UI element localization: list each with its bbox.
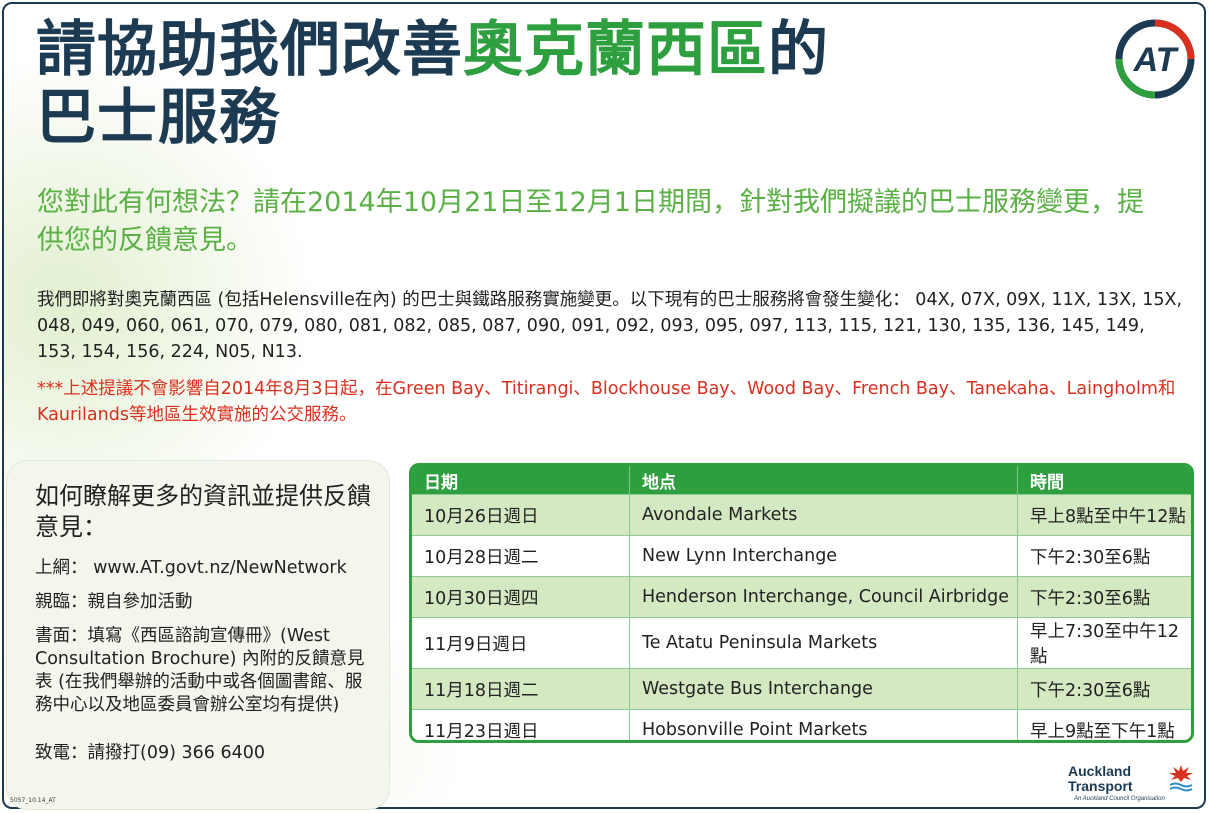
cell-location: Hobsonville Point Markets <box>629 709 1018 740</box>
table-header-row: 日期 地点 時間 <box>412 466 1191 495</box>
cell-location: Westgate Bus Interchange <box>629 668 1018 710</box>
intro-paragraph: 我們即將對奧克蘭西區 (包括Helensville在內) 的巴士與鐵路服務實施變… <box>37 290 1183 362</box>
cell-location: Avondale Markets <box>629 494 1018 536</box>
table-row: 10月26日週日 Avondale Markets 早上8點至中午12點 <box>412 494 1191 536</box>
cell-time: 早上7:30至中午12點 <box>1017 617 1191 669</box>
info-written: 書面：填寫《西區諮詢宣傳冊》(West Consultation Brochur… <box>35 626 365 715</box>
cell-location: New Lynn Interchange <box>629 535 1018 577</box>
info-online: 上網： www.AT.govt.nz/NewNetwork <box>35 558 347 578</box>
auckland-council-emblem-icon <box>1169 765 1193 792</box>
title-highlight: 奧克蘭西區 <box>463 15 768 85</box>
cell-date: 10月30日週四 <box>412 576 630 618</box>
cell-date: 11月18日週二 <box>412 668 630 710</box>
title-part1: 請協助我們改善 <box>36 15 463 85</box>
print-code: 5057_10.14_AT <box>10 797 56 804</box>
auckland-transport-brand: Auckland Transport An Auckland Council O… <box>1068 762 1200 806</box>
title-part2: 的 <box>768 15 829 85</box>
logo-text: AT <box>1133 41 1180 79</box>
brand-name-line1: Auckland <box>1068 763 1132 779</box>
table-row: 11月9日週日 Te Atatu Peninsula Markets 早上7:3… <box>412 617 1191 669</box>
cell-time: 早上8點至中午12點 <box>1017 494 1191 536</box>
title-line2: 巴士服務 <box>36 83 280 153</box>
table-row: 11月18日週二 Westgate Bus Interchange 下午2:30… <box>412 668 1191 710</box>
brand-name-line2: Transport <box>1068 778 1133 794</box>
header-date: 日期 <box>412 466 630 495</box>
table-row: 10月28日週二 New Lynn Interchange 下午2:30至6點 <box>412 535 1191 577</box>
header-time: 時間 <box>1017 466 1191 495</box>
info-phone: 致電：請撥打(09) 366 6400 <box>35 743 265 763</box>
info-in-person: 親臨：親自參加活動 <box>35 592 193 612</box>
cell-date: 10月28日週二 <box>412 535 630 577</box>
exclusion-note: ***上述提議不會影響自2014年8月3日起，在Green Bay、Titira… <box>37 379 1176 425</box>
cell-time: 早上9點至下午1點 <box>1017 709 1191 740</box>
cell-date: 11月23日週日 <box>412 709 630 740</box>
events-table: 日期 地点 時間 10月26日週日 Avondale Markets 早上8點至… <box>409 463 1194 743</box>
cell-location: Te Atatu Peninsula Markets <box>629 617 1018 669</box>
cell-location: Henderson Interchange, Council Airbridge <box>629 576 1018 618</box>
subheading: 您對此有何想法？請在2014年10月21日至12月1日期間，針對我們擬議的巴士服… <box>37 187 1144 256</box>
table-row: 10月30日週四 Henderson Interchange, Council … <box>412 576 1191 618</box>
cell-date: 11月9日週日 <box>412 617 630 669</box>
info-panel: 如何瞭解更多的資訊並提供反饋意見： 上網： www.AT.govt.nz/New… <box>6 460 390 810</box>
at-logo-icon: AT <box>1115 19 1195 99</box>
cell-date: 10月26日週日 <box>412 494 630 536</box>
cell-time: 下午2:30至6點 <box>1017 535 1191 577</box>
info-panel-title: 如何瞭解更多的資訊並提供反饋意見： <box>35 482 371 541</box>
cell-time: 下午2:30至6點 <box>1017 576 1191 618</box>
page-title: 請協助我們改善奧克蘭西區的巴士服務 <box>36 16 976 152</box>
table-row: 11月23日週日 Hobsonville Point Markets 早上9點至… <box>412 709 1191 740</box>
header-location: 地点 <box>629 466 1018 495</box>
cell-time: 下午2:30至6點 <box>1017 668 1191 710</box>
brand-tagline: An Auckland Council Organisation <box>1074 796 1165 802</box>
